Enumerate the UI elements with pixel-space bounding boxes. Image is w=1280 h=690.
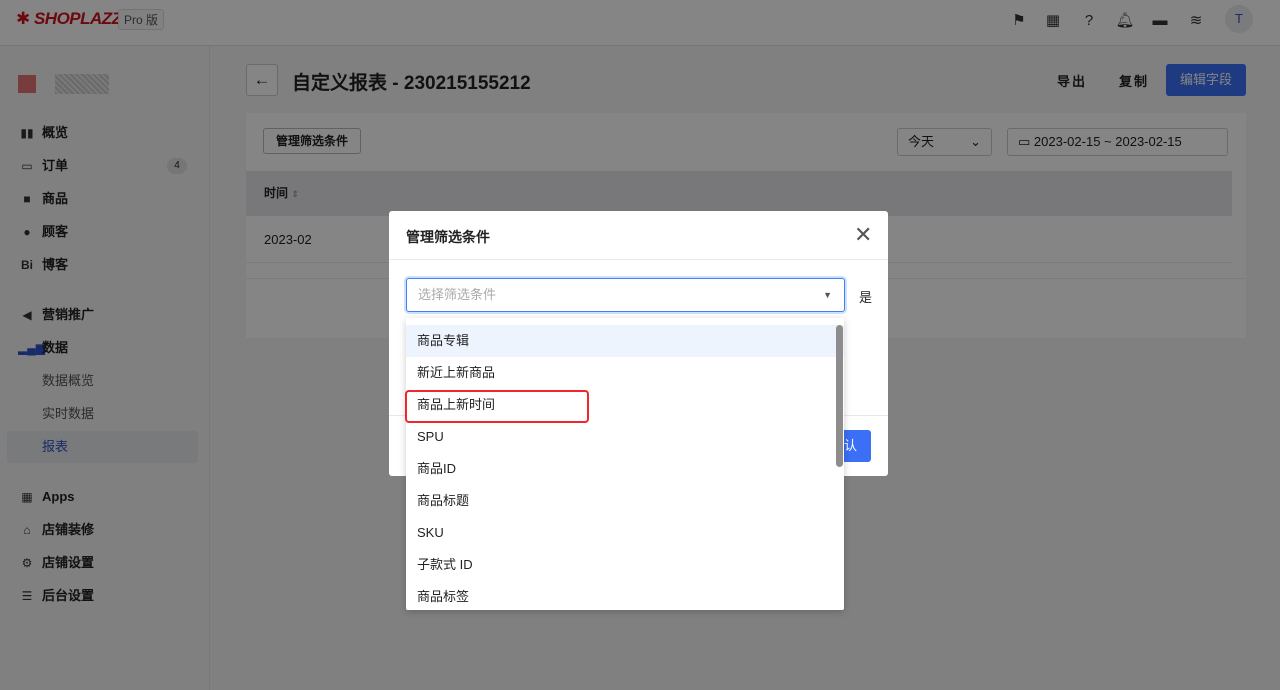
close-icon[interactable]: ✕ [854,222,872,248]
dropdown-option[interactable]: 子款式 ID [406,549,844,581]
dropdown-scrollbar[interactable] [836,325,843,467]
filter-select[interactable]: 选择筛选条件 ▼ [406,278,845,312]
dropdown-option[interactable]: SPU [406,421,844,453]
highlight-annotation [405,390,589,423]
is-label: 是 [859,290,873,305]
dropdown-option[interactable]: 商品标签 [406,581,844,610]
caret-down-icon: ▼ [823,290,832,300]
dropdown-option[interactable]: 新近上新商品 [406,357,844,389]
filter-dropdown: 商品专辑 新近上新商品 商品上新时间 SPU 商品ID 商品标题 SKU 子款式… [406,318,844,610]
dropdown-option[interactable]: SKU [406,517,844,549]
dropdown-option[interactable]: 商品标题 [406,485,844,517]
filter-select-placeholder: 选择筛选条件 [418,287,497,302]
dropdown-option[interactable]: 商品ID [406,453,844,485]
modal-title: 管理筛选条件 [406,229,490,245]
dropdown-option[interactable]: 商品专辑 [406,325,844,357]
